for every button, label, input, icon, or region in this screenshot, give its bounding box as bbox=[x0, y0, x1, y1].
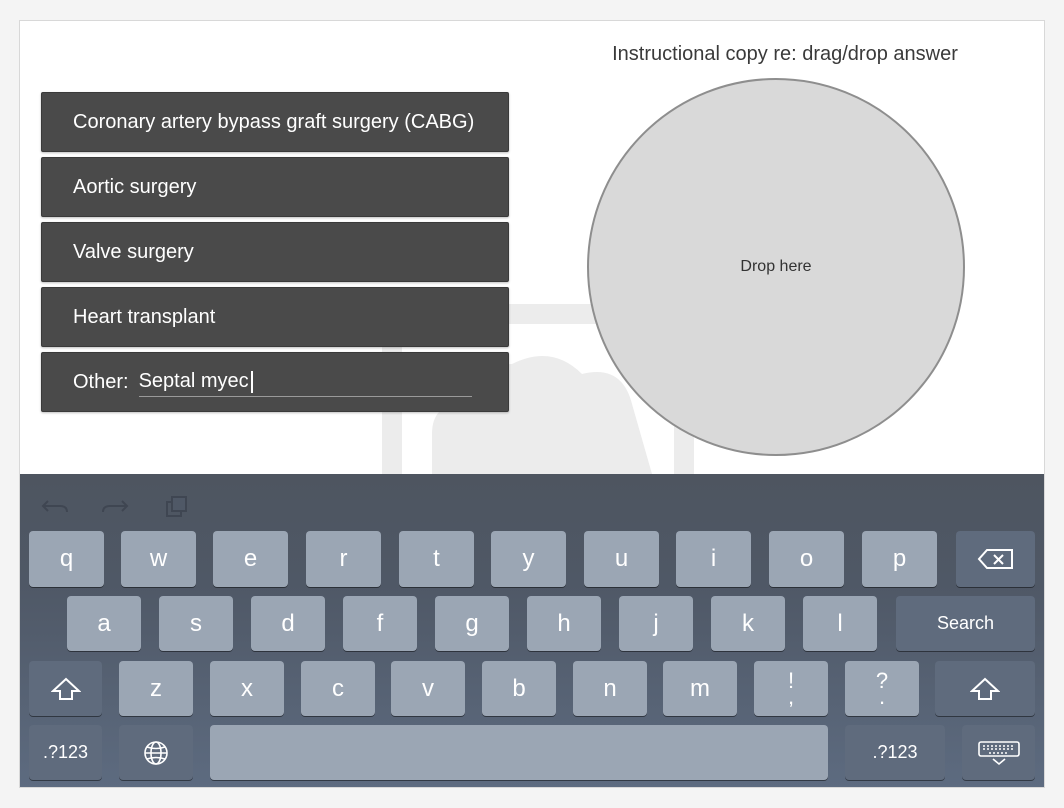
globe-icon bbox=[144, 740, 168, 765]
key-n[interactable]: n bbox=[573, 661, 647, 716]
key-i[interactable]: i bbox=[676, 531, 751, 587]
key-z[interactable]: z bbox=[119, 661, 193, 716]
key-m[interactable]: m bbox=[663, 661, 737, 716]
text-cursor bbox=[250, 370, 253, 393]
numbers-key-left[interactable]: .?123 bbox=[29, 725, 102, 780]
key-d[interactable]: d bbox=[251, 596, 325, 651]
answer-option-label: Coronary artery bypass graft surgery (CA… bbox=[73, 110, 475, 133]
answer-option-valve-surgery[interactable]: Valve surgery bbox=[41, 222, 509, 282]
shift-key-right[interactable] bbox=[935, 661, 1035, 716]
key-r[interactable]: r bbox=[306, 531, 381, 587]
paste-icon[interactable] bbox=[163, 494, 193, 518]
backspace-icon bbox=[977, 549, 1013, 569]
answer-option-label: Valve surgery bbox=[73, 240, 194, 263]
other-input-value: Septal myec bbox=[138, 370, 249, 392]
answer-option-other[interactable]: Other: Septal myec bbox=[41, 352, 509, 412]
answer-option-aortic-surgery[interactable]: Aortic surgery bbox=[41, 157, 509, 217]
drop-zone-label: Drop here bbox=[740, 258, 812, 275]
search-key[interactable]: Search bbox=[896, 596, 1035, 651]
key-t[interactable]: t bbox=[399, 531, 474, 587]
answer-option-heart-transplant[interactable]: Heart transplant bbox=[41, 287, 509, 347]
key-question-period[interactable]: ?. bbox=[845, 661, 919, 716]
shift-icon bbox=[970, 677, 1000, 700]
answer-option-cabg[interactable]: Coronary artery bypass graft surgery (CA… bbox=[41, 92, 509, 152]
key-q[interactable]: q bbox=[29, 531, 104, 587]
key-v[interactable]: v bbox=[391, 661, 465, 716]
key-b[interactable]: b bbox=[482, 661, 556, 716]
key-g[interactable]: g bbox=[435, 596, 509, 651]
key-o[interactable]: o bbox=[769, 531, 844, 587]
redo-icon[interactable] bbox=[100, 494, 130, 518]
key-u[interactable]: u bbox=[584, 531, 659, 587]
key-c[interactable]: c bbox=[301, 661, 375, 716]
space-key[interactable] bbox=[210, 725, 828, 780]
key-s[interactable]: s bbox=[159, 596, 233, 651]
key-x[interactable]: x bbox=[210, 661, 284, 716]
shift-icon bbox=[50, 677, 81, 700]
key-f[interactable]: f bbox=[343, 596, 417, 651]
answer-option-label: Heart transplant bbox=[73, 305, 216, 328]
key-lower-glyph: . bbox=[878, 683, 886, 709]
key-h[interactable]: h bbox=[527, 596, 601, 651]
other-label: Other: bbox=[73, 370, 129, 393]
key-l[interactable]: l bbox=[803, 596, 877, 651]
app-screen: Instructional copy re: drag/drop answer … bbox=[19, 20, 1045, 788]
keyboard-dismiss-key[interactable] bbox=[962, 725, 1035, 780]
undo-icon[interactable] bbox=[40, 494, 70, 518]
key-w[interactable]: w bbox=[121, 531, 196, 587]
key-k[interactable]: k bbox=[711, 596, 785, 651]
shift-key-left[interactable] bbox=[29, 661, 102, 716]
drop-zone[interactable]: Drop here bbox=[587, 78, 965, 456]
backspace-key[interactable] bbox=[956, 531, 1035, 587]
numbers-key-right[interactable]: .?123 bbox=[845, 725, 945, 780]
keyboard-dismiss-icon bbox=[977, 740, 1020, 765]
key-y[interactable]: y bbox=[491, 531, 566, 587]
key-p[interactable]: p bbox=[862, 531, 937, 587]
key-exclamation-comma[interactable]: !, bbox=[754, 661, 828, 716]
globe-key[interactable] bbox=[119, 725, 193, 780]
key-lower-glyph: , bbox=[787, 683, 795, 709]
instruction-text: Instructional copy re: drag/drop answer bbox=[612, 43, 958, 65]
onscreen-keyboard: q w e r t y u i o p a s d f g h j k l Se… bbox=[20, 474, 1044, 787]
other-text-input[interactable]: Septal myec bbox=[138, 368, 472, 397]
key-a[interactable]: a bbox=[67, 596, 141, 651]
key-e[interactable]: e bbox=[213, 531, 288, 587]
answer-option-label: Aortic surgery bbox=[73, 175, 197, 198]
key-j[interactable]: j bbox=[619, 596, 693, 651]
